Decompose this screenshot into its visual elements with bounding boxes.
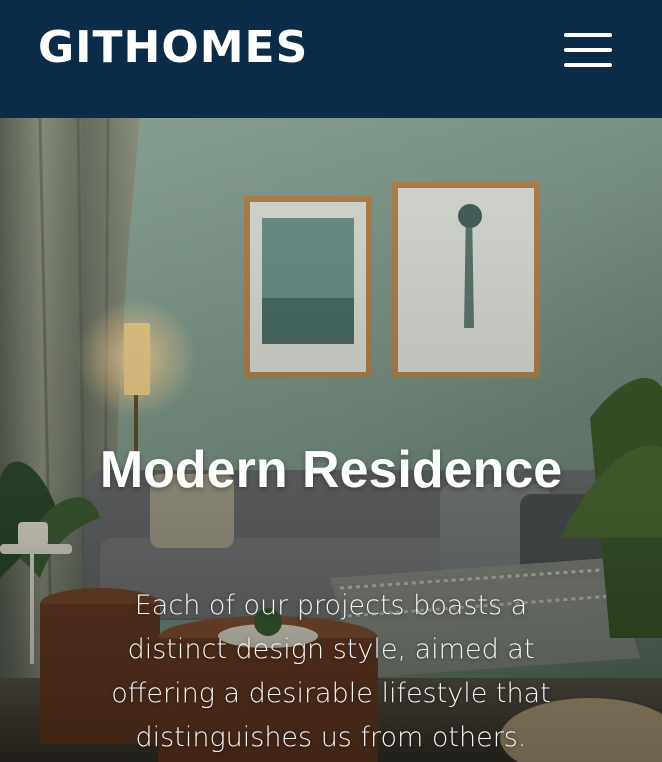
hero-title: Modern Residence: [99, 441, 563, 499]
hero-section: Modern Residence Each of our projects bo…: [0, 118, 662, 762]
brand-logo[interactable]: GITHOMES: [38, 20, 308, 76]
site-header: GITHOMES: [0, 0, 662, 118]
hero-description: Each of our projects boasts a distinct d…: [111, 590, 551, 753]
hamburger-menu-icon: [564, 33, 612, 67]
menu-button[interactable]: [554, 28, 622, 72]
